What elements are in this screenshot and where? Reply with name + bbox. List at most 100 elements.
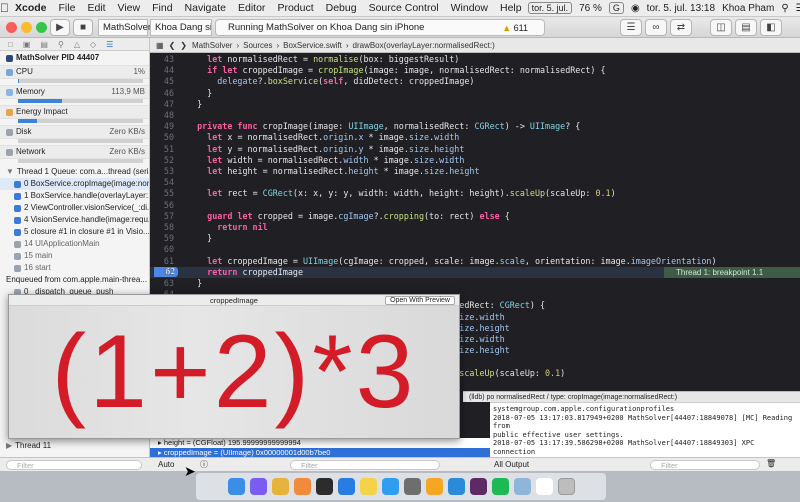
date-indicator[interactable]: tor. 5. jul.: [527, 2, 573, 14]
stop-button[interactable]: ■: [73, 19, 93, 36]
menu-item-source-control[interactable]: Source Control: [363, 2, 445, 14]
version-editor-button[interactable]: ⇄: [670, 19, 692, 36]
run-button[interactable]: ▶: [50, 19, 70, 36]
hierarchy-icon[interactable]: ▤: [40, 40, 48, 49]
zoom-window-button[interactable]: [36, 22, 47, 33]
menu-item-debug[interactable]: Debug: [320, 2, 363, 14]
calendar-icon[interactable]: [535, 478, 553, 495]
gauge-row-cpu[interactable]: CPU 1%: [0, 65, 149, 79]
stack-frame-row[interactable]: 5 closure #1 in closure #1 in Visio...: [0, 226, 149, 238]
folder-icon[interactable]: □: [8, 40, 13, 49]
variable-row[interactable]: ▸ height = (CGFloat) 195.99999999999994: [150, 438, 490, 448]
code-area[interactable]: 62 Thread 1: breakpoint 1.1 43 let norma…: [150, 53, 800, 378]
menu-item-help[interactable]: Help: [494, 2, 528, 14]
thread-row[interactable]: ▶ Thread 11: [0, 440, 149, 452]
device-selector[interactable]: Khoa Dang sin iPhone: [150, 19, 212, 36]
photos-icon[interactable]: [293, 478, 311, 495]
siri-icon[interactable]: [249, 478, 267, 495]
standard-editor-button[interactable]: ☰: [620, 19, 642, 36]
input-source-indicator[interactable]: G: [608, 2, 624, 14]
gauge-row-energy-impact[interactable]: Energy Impact: [0, 105, 149, 119]
navigator-toggle-button[interactable]: ◫: [710, 19, 732, 36]
slack-icon[interactable]: [469, 478, 487, 495]
terminal-icon[interactable]: [315, 478, 333, 495]
warning-count[interactable]: ▲ 611: [502, 23, 528, 33]
enqueued-row[interactable]: Enqueued from com.apple.main-threa...: [0, 274, 149, 286]
console-filter-field[interactable]: Filter: [650, 460, 760, 470]
menu-item-view[interactable]: View: [112, 2, 147, 14]
gauge-row-disk[interactable]: Disk Zero KB/s: [0, 125, 149, 139]
stack-frame-row[interactable]: 4 VisionService.handle(image:requ...: [0, 214, 149, 226]
close-window-button[interactable]: [6, 22, 17, 33]
trash-icon[interactable]: 🗑: [766, 459, 776, 468]
vscode-icon[interactable]: [447, 478, 465, 495]
debug-icon[interactable]: ☰: [106, 40, 113, 49]
thread-row[interactable]: ▼ Thread 1 Queue: com.a...thread (serial…: [0, 165, 149, 178]
menu-item-window[interactable]: Window: [445, 2, 494, 14]
info-icon[interactable]: ⓘ: [200, 459, 208, 470]
stack-frame-row[interactable]: 1 BoxService.handle(overlayLayer:...: [0, 190, 149, 202]
minimize-window-button[interactable]: [21, 22, 32, 33]
gauge-value: Zero KB/s: [109, 147, 145, 156]
link-icon[interactable]: ∞: [645, 19, 667, 36]
forward-icon[interactable]: ❯: [180, 41, 187, 50]
debug-console[interactable]: systemgroup.com.apple.configurationprofi…: [490, 402, 800, 457]
disclosure-closed-icon[interactable]: ▶: [6, 440, 12, 452]
breadcrumb-item[interactable]: drawBox(overlayLayer:normalisedRect:): [353, 41, 495, 50]
breadcrumb-item[interactable]: BoxService.swift: [283, 41, 342, 50]
related-items-icon[interactable]: ▦: [156, 41, 164, 50]
navigator-filter-field[interactable]: Filter: [6, 460, 142, 470]
trash-icon[interactable]: [557, 478, 575, 495]
stack-frame-row[interactable]: 16 start: [0, 262, 149, 274]
battery-status[interactable]: 76 %: [579, 3, 602, 14]
finder-icon[interactable]: [227, 478, 245, 495]
test-icon[interactable]: ◇: [90, 40, 96, 49]
stack-frame-row[interactable]: 2 ViewController.visionService(_:di...: [0, 202, 149, 214]
auto-scope-select[interactable]: Auto: [158, 460, 174, 469]
frame-icon: [14, 252, 21, 260]
stack-frame-row[interactable]: 0 BoxService.cropImage(image:nor...: [0, 178, 149, 190]
user-name[interactable]: Khoa Pham: [722, 3, 774, 14]
issue-icon[interactable]: △: [74, 40, 80, 49]
gauge-row-memory[interactable]: Memory 113,9 MB: [0, 85, 149, 99]
scheme-selector[interactable]: MathSolver: [98, 19, 151, 36]
menu-item-navigate[interactable]: Navigate: [179, 2, 232, 14]
menu-list-icon[interactable]: ☰: [796, 3, 800, 14]
xcode-icon[interactable]: [337, 478, 355, 495]
debug-area-toggle-button[interactable]: ▤: [735, 19, 757, 36]
back-icon[interactable]: ❮: [169, 41, 176, 50]
preview-icon[interactable]: [513, 478, 531, 495]
notes-icon[interactable]: [359, 478, 377, 495]
spotify-icon[interactable]: [491, 478, 509, 495]
wifi-icon[interactable]: ◉: [631, 3, 640, 14]
menu-item-edit[interactable]: Edit: [81, 2, 111, 14]
variables-filter-field[interactable]: Filter: [290, 460, 440, 470]
stack-frame-row[interactable]: 14 UIApplicationMain: [0, 238, 149, 250]
apple-menu-icon[interactable]: : [0, 1, 9, 15]
thread-label: Thread 1 Queue: com.a...thread (serial): [16, 166, 149, 176]
menu-item-xcode[interactable]: Xcode: [9, 2, 53, 14]
find-icon[interactable]: ⚲: [58, 40, 64, 49]
breadcrumb-item[interactable]: MathSolver: [192, 41, 232, 50]
source-control-icon[interactable]: ▣: [23, 40, 31, 49]
safari-icon[interactable]: [381, 478, 399, 495]
menu-item-file[interactable]: File: [53, 2, 82, 14]
search-icon[interactable]: ⚲: [781, 3, 788, 14]
disclosure-open-icon[interactable]: ▼: [6, 166, 14, 178]
stack-frame-row[interactable]: 15 main: [0, 250, 149, 262]
gauge-row-network[interactable]: Network Zero KB/s: [0, 145, 149, 159]
line-number: 54: [163, 177, 174, 188]
sketch-icon[interactable]: [425, 478, 443, 495]
menu-item-editor[interactable]: Editor: [232, 2, 271, 14]
menu-item-find[interactable]: Find: [146, 2, 178, 14]
activity-status: Running MathSolver on Khoa Dang sin iPho…: [228, 22, 425, 33]
process-row[interactable]: MathSolver PID 44407: [0, 51, 149, 65]
chrome-icon[interactable]: [271, 478, 289, 495]
inspector-toggle-button[interactable]: ◧: [760, 19, 782, 36]
menu-item-product[interactable]: Product: [271, 2, 319, 14]
clock[interactable]: tor. 5. jul. 13:18: [647, 3, 715, 14]
output-scope-select[interactable]: All Output: [494, 460, 529, 469]
breadcrumb-item[interactable]: Sources: [243, 41, 272, 50]
open-with-preview-button[interactable]: Open With Preview: [385, 296, 455, 305]
launchpad-icon[interactable]: [403, 478, 421, 495]
